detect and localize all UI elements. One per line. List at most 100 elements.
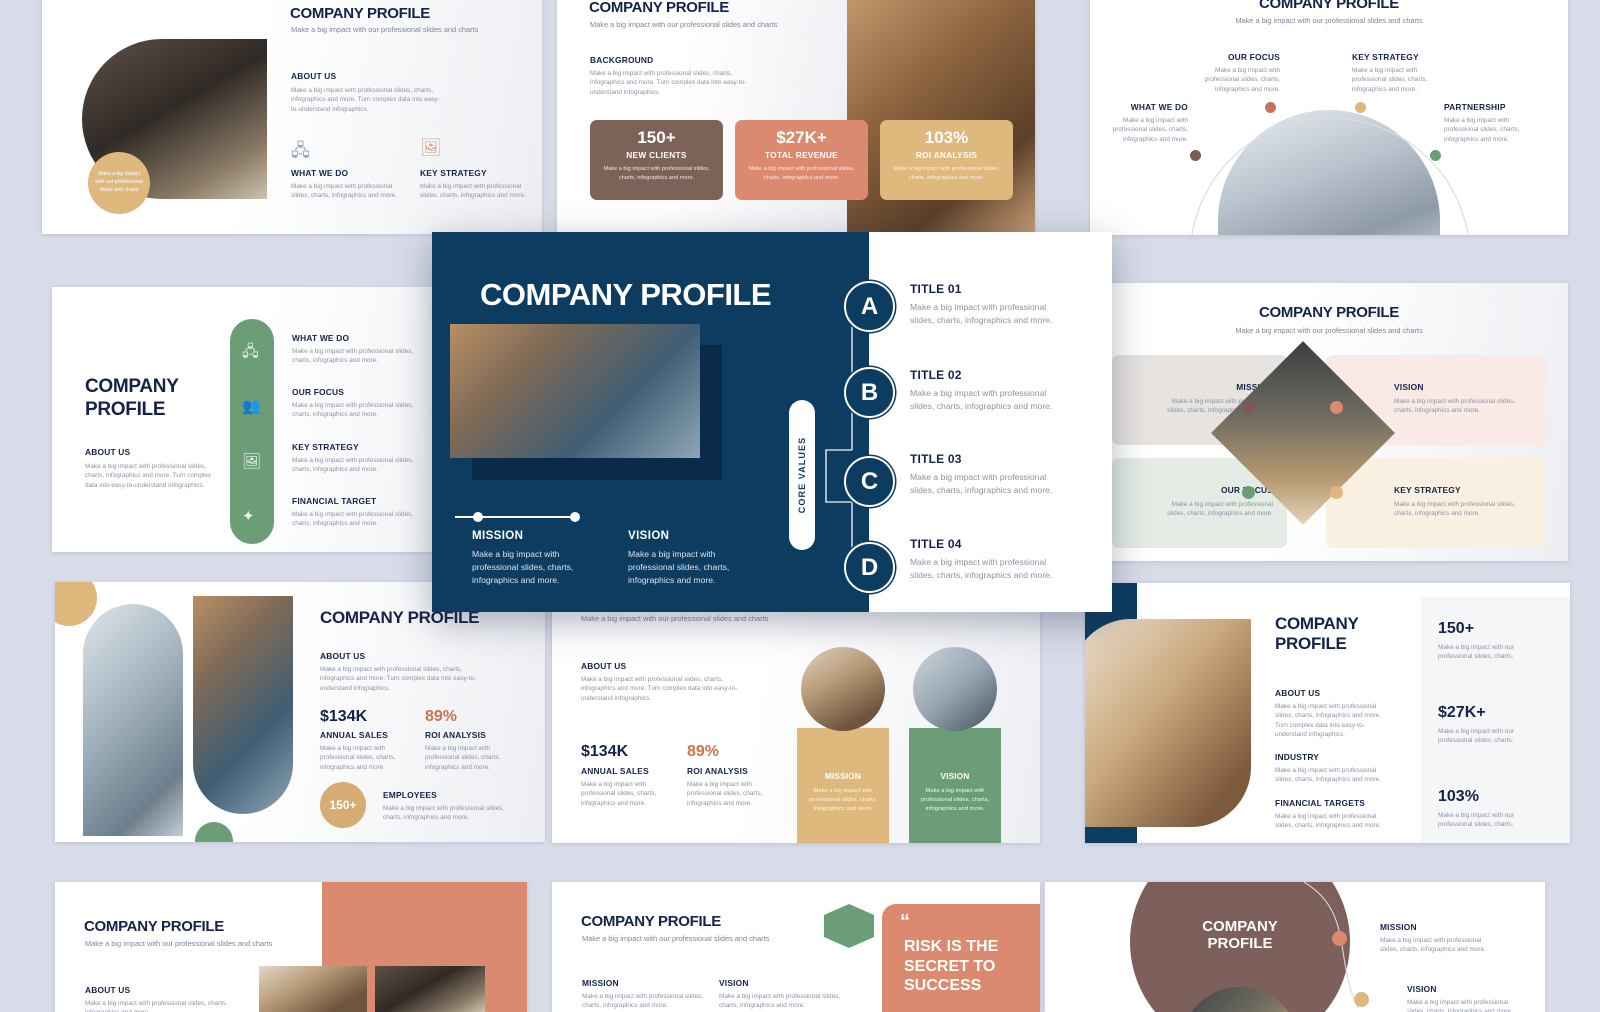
quad-card-key-strategy[interactable]: KEY STRATEGY Make a big impact with prof… [1326,458,1546,548]
stat-label-roi: ROI ANALYSIS [687,766,748,776]
value-item-a: TITLE 01 Make a big impact with professi… [910,282,1072,327]
hero-mission-vision: MISSION Make a big impact with professio… [472,530,832,587]
value-circle-d[interactable]: D [844,542,895,593]
stat-card-total-revenue[interactable]: $27K+ TOTAL REVENUE Make a big impact wi… [735,120,868,200]
slide-hero-core-values[interactable]: COMPANY PROFILE MISSION Make a big impac… [432,232,1112,612]
slide-mission-vision-columns[interactable]: COMPANY PROFILE Make a big impact with o… [552,588,1040,843]
stat-body: Make a big impact with professional slid… [893,166,1000,181]
slide-brown-circle-nodes[interactable]: COMPANY PROFILE MISSION Make a big impac… [1045,882,1545,1012]
slide4-about-body: Make a big impact with professional slid… [85,463,212,489]
value-circle-a[interactable]: A [844,281,895,332]
hero-timeline-dot-vision [570,512,580,522]
slide8-section-2-heading: FINANCIAL TARGETS [1275,798,1366,808]
slide-background-stats[interactable]: COMPANY PROFILE Make a big impact with o… [557,0,1035,235]
slide6-about-heading: ABOUT US [320,651,366,661]
column-mission[interactable]: MISSION Make a big impact with professio… [797,728,889,843]
quad-heading: KEY STRATEGY [1394,485,1461,495]
stat-label: NEW CLIENTS [626,150,687,160]
slide-about-us-photo[interactable]: Make a big impact with our professional … [42,0,542,234]
network-icon: 🖧 [291,141,310,160]
stat-label: TOTAL REVENUE [764,150,839,160]
slide-three-stats-column[interactable]: COMPANY PROFILE ABOUT US Make a big impa… [1085,583,1570,843]
stat-body: Make a big impact with professional slid… [603,166,710,181]
value-item-c: TITLE 03 Make a big impact with professi… [910,452,1072,497]
slide4-item-2-body: Make a big impact with professional slid… [292,457,414,474]
slide2-title: COMPANY PROFILE [589,0,729,16]
slide9-title: COMPANY PROFILE [84,918,224,935]
slide1-title: COMPANY PROFILE [290,5,430,22]
hero-mission-body: Make a big impact with professional slid… [472,549,574,585]
value-body: Make a big impact with professional slid… [910,302,1053,325]
hero-vision: VISION Make a big impact with profession… [628,530,750,587]
slide1-col-0-body: Make a big impact with professional slid… [291,183,397,200]
value-letter: D [860,553,879,581]
value-circle-b[interactable]: B [844,367,895,418]
stat-label: ROI ANALYSIS [915,150,978,160]
slide4-title-line2: PROFILE [85,399,166,420]
slide8-stat-0-body: Make a big impact with our professional … [1438,644,1515,661]
slide8-section-1-heading: INDUSTRY [1275,752,1320,762]
slide11-title-line1: COMPANY [1202,918,1278,935]
hexagon-decor [824,904,874,948]
slide7-subtitle: Make a big impact with our professional … [581,614,769,623]
value-item-b: TITLE 02 Make a big impact with professi… [910,368,1072,413]
slide8-photo [1085,619,1251,827]
slide-salmon-band-photos[interactable]: COMPANY PROFILE Make a big impact with o… [55,882,527,1012]
slide1-col-0-heading: WHAT WE DO [291,168,349,178]
stat-label-annual-sales: ANNUAL SALES [581,766,649,776]
slide-four-quadrant-cards[interactable]: COMPANY PROFILE Make a big impact with o… [1090,283,1568,561]
value-circle-c[interactable]: C [844,456,895,507]
slide10-mission-heading: MISSION [582,978,619,988]
slide8-title-line1: COMPANY [1275,614,1359,633]
slide3-subtitle: Make a big impact with our professional … [1235,16,1423,25]
value-body: Make a big impact with professional slid… [910,557,1053,580]
stat-value: $27K+ [776,128,827,147]
slide8-section-0-heading: ABOUT US [1275,688,1321,698]
slide-quote-risk[interactable]: COMPANY PROFILE Make a big impact with o… [552,882,1040,1012]
stat-body: Make a big impact with professional slid… [748,166,855,181]
column-vision[interactable]: VISION Make a big impact with profession… [909,728,1001,843]
value-title: TITLE 03 [910,452,962,466]
slide8-stat-0-value: 150+ [1438,620,1475,637]
slide3-node-3-body: Make a big impact with professional slid… [1444,117,1520,143]
slide7-photo-mission [801,647,885,731]
hero-timeline-dot-mission [473,512,483,522]
quad-dot-key-strategy [1330,486,1343,499]
slide4-item-0-heading: WHAT WE DO [292,333,350,343]
stat-body-roi: Make a big impact with professional slid… [425,745,501,771]
core-values-pill: CORE VALUES [789,400,815,550]
decor-circle-tan [55,582,97,626]
quad-body: Make a big impact with professional slid… [1167,501,1273,518]
slide4-item-0-body: Make a big impact with professional slid… [292,348,414,365]
slide10-title: COMPANY PROFILE [581,913,721,930]
value-letter: C [860,467,879,495]
slide-arc-diagram[interactable]: COMPANY PROFILE Make a big impact with o… [1090,0,1568,235]
stat-card-roi-analysis[interactable]: 103% ROI ANALYSIS Make a big impact with… [880,120,1013,200]
slide4-item-1-heading: OUR FOCUS [292,387,345,397]
slide1-subtitle: Make a big impact with our professional … [291,25,479,34]
slide6-photo-left [83,604,183,836]
quad-heading: VISION [1394,382,1424,392]
slide8-stat-1-body: Make a big impact with our professional … [1438,728,1515,745]
green-pill-rail: 🖧 👥 🖼 ✦ [230,319,274,544]
stat-card-new-clients[interactable]: 150+ NEW CLIENTS Make a big impact with … [590,120,723,200]
slide5-subtitle: Make a big impact with our professional … [1235,326,1423,335]
value-letter: B [860,378,879,406]
hero-photo [450,324,700,458]
slide3-node-1-heading: OUR FOCUS [1227,52,1280,62]
slide4-about-heading: ABOUT US [85,447,131,457]
slide1-caption-circle: Make a big impact with our professional … [88,152,150,214]
stat-value-annual-sales: $134K [581,743,629,760]
slide-annual-sales-photos[interactable]: COMPANY PROFILE ABOUT US Make a big impa… [55,582,545,842]
quote-panel: “ RISK IS THE SECRET TO SUCCESS [882,904,1040,1012]
value-title: TITLE 04 [910,537,962,551]
node-dot-mission [1332,931,1347,946]
quote-text: RISK IS THE SECRET TO SUCCESS [904,938,999,995]
slide8-title-line2: PROFILE [1275,634,1347,653]
stat-value: 103% [924,128,969,147]
quote-mark-icon: “ [900,911,910,933]
column-heading: VISION [940,772,970,781]
network-icon: 🖧 [242,343,259,360]
quad-dot-vision [1330,401,1343,414]
stat-body-annual-sales: Make a big impact with professional slid… [320,745,396,771]
